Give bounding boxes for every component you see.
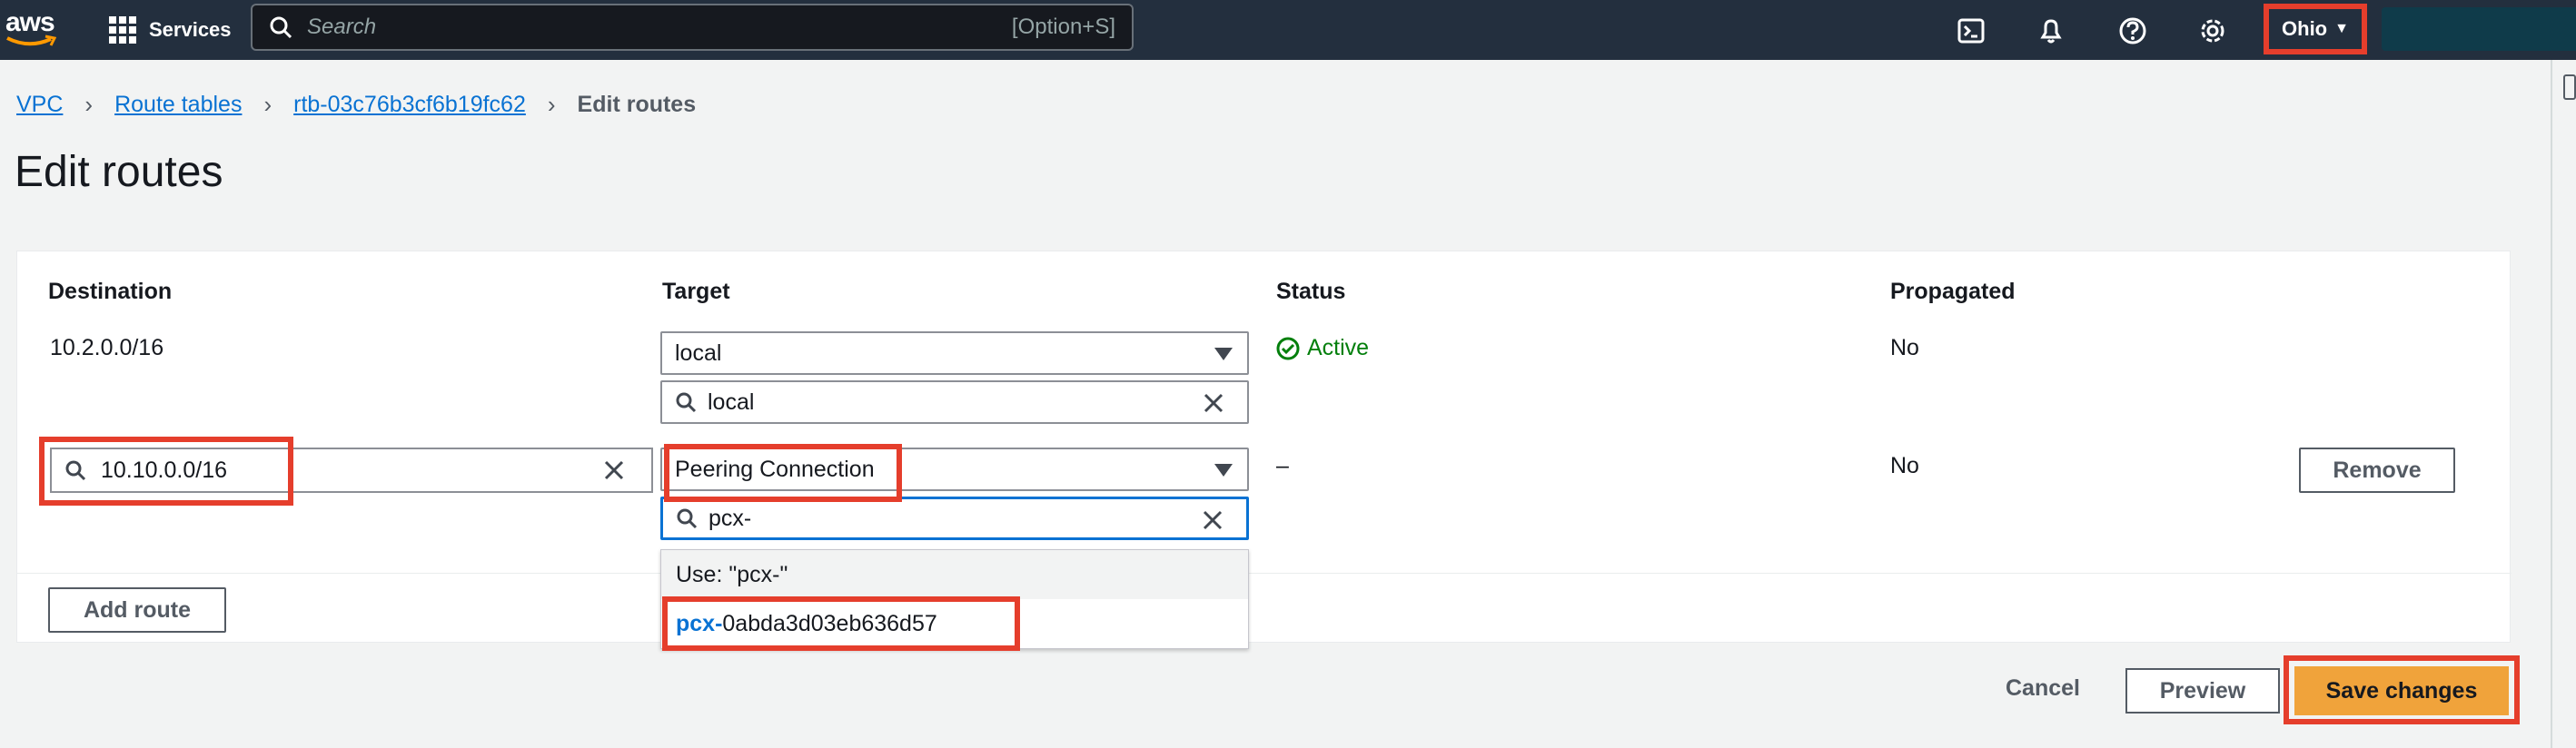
caret-down-icon [1214,348,1233,360]
services-menu[interactable]: Services [109,0,232,60]
chevron-right-icon: › [84,91,94,118]
add-route-button[interactable]: Add route [48,587,226,633]
target-select-value: local [675,340,722,366]
header-target: Target [662,279,730,304]
breadcrumb: VPC › Route tables › rtb-03c76b3cf6b19fc… [16,91,696,119]
header-status: Status [1276,279,1346,304]
region-label: Ohio [2282,17,2328,40]
global-search[interactable]: Search [Option+S] [251,4,1134,51]
top-navigation: aws Services Search [Option+S] Ohio ▼ [0,0,2576,60]
help-icon[interactable] [2115,13,2151,49]
page-title: Edit routes [15,148,223,196]
route-destination-text: 10.2.0.0/16 [50,335,164,360]
propagated-text: No [1890,335,1919,360]
routes-panel: Destination Target Status Propagated 10.… [16,251,2512,651]
aws-logo-text: aws [5,7,55,37]
clear-icon[interactable] [1202,391,1225,415]
breadcrumb-route-table-id[interactable]: rtb-03c76b3cf6b19fc62 [293,92,526,118]
target-select[interactable]: local [660,331,1249,375]
chevron-right-icon: › [547,91,556,118]
cancel-button[interactable]: Cancel [2006,675,2080,702]
aws-logo[interactable]: aws [5,7,60,51]
services-label: Services [149,18,232,41]
search-placeholder: Search [307,15,377,39]
target-filter-value: local [708,389,755,415]
preview-button[interactable]: Preview [2125,668,2280,714]
destination-input[interactable]: 10.10.0.0/16 [50,448,653,493]
account-menu[interactable] [2382,7,2576,51]
scrollbar[interactable] [2551,60,2552,748]
target-filter-value: pcx- [708,505,752,531]
caret-down-icon [1214,464,1233,477]
chevron-right-icon: › [263,91,272,118]
gear-icon[interactable] [2195,13,2231,49]
status-text: Active [1307,335,1370,360]
dropdown-option-use-filter[interactable]: Use: "pcx-" [661,550,1248,599]
header-destination: Destination [48,279,173,304]
cloudshell-icon[interactable] [1953,13,1989,49]
clear-icon[interactable] [602,458,626,482]
region-selector[interactable]: Ohio ▼ [2264,4,2367,54]
services-grid-icon [109,16,136,44]
target-select-value: Peering Connection [675,456,875,482]
save-changes-button[interactable]: Save changes [2294,666,2509,715]
search-icon [676,392,697,413]
destination-input-value: 10.10.0.0/16 [101,457,228,483]
aws-smile-icon [6,34,56,46]
breadcrumb-current: Edit routes [577,92,697,117]
search-icon [270,16,292,39]
search-shortcut: [Option+S] [1011,15,1115,39]
breadcrumb-route-tables[interactable]: Route tables [114,92,242,118]
bell-icon[interactable] [2033,13,2069,49]
side-panel-toggle-icon[interactable] [2563,74,2576,100]
search-icon [65,460,86,481]
target-filter-input[interactable]: pcx- [660,497,1249,540]
dropdown-option-pcx[interactable]: pcx- 0abda3d03eb636d57 [661,599,1248,648]
status-badge: Active [1276,335,1369,361]
divider [17,573,2512,574]
target-options-dropdown: Use: "pcx-" pcx- 0abda3d03eb636d57 [660,549,1249,649]
remove-button[interactable]: Remove [2299,448,2455,493]
option-match-prefix: pcx- [676,610,723,636]
header-propagated: Propagated [1890,279,2016,304]
clear-icon[interactable] [1201,508,1224,532]
caret-down-icon: ▼ [2334,21,2349,36]
check-circle-icon [1276,337,1300,359]
target-select[interactable]: Peering Connection [660,448,1249,491]
status-text: – [1276,453,1289,478]
target-filter-input[interactable]: local [660,380,1249,424]
breadcrumb-vpc[interactable]: VPC [16,92,63,118]
propagated-text: No [1890,453,1919,478]
search-icon [677,508,698,529]
option-id-rest: 0abda3d03eb636d57 [722,610,937,636]
